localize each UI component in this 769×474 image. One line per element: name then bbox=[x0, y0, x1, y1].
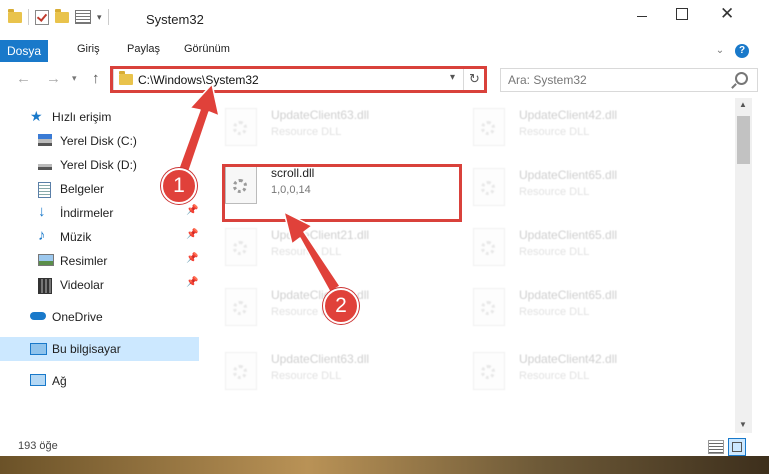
details-view-icon[interactable] bbox=[708, 440, 724, 454]
arrow-to-address-bar bbox=[175, 83, 220, 181]
desktop-background bbox=[0, 456, 769, 474]
item-count: 193 öğe bbox=[18, 440, 58, 452]
callout-1: 1 bbox=[161, 168, 197, 204]
scroll-thumb[interactable] bbox=[737, 116, 750, 164]
scroll-up-icon[interactable]: ▲ bbox=[739, 100, 747, 109]
arrow-to-file bbox=[283, 211, 341, 293]
vertical-scrollbar[interactable]: ▲ ▼ bbox=[735, 98, 752, 433]
callout-2: 2 bbox=[323, 288, 359, 324]
scroll-down-icon[interactable]: ▼ bbox=[739, 420, 747, 429]
annotation-arrows bbox=[175, 83, 341, 293]
tiles-view-icon[interactable] bbox=[728, 438, 746, 456]
status-bar: 193 öğe bbox=[0, 434, 769, 456]
